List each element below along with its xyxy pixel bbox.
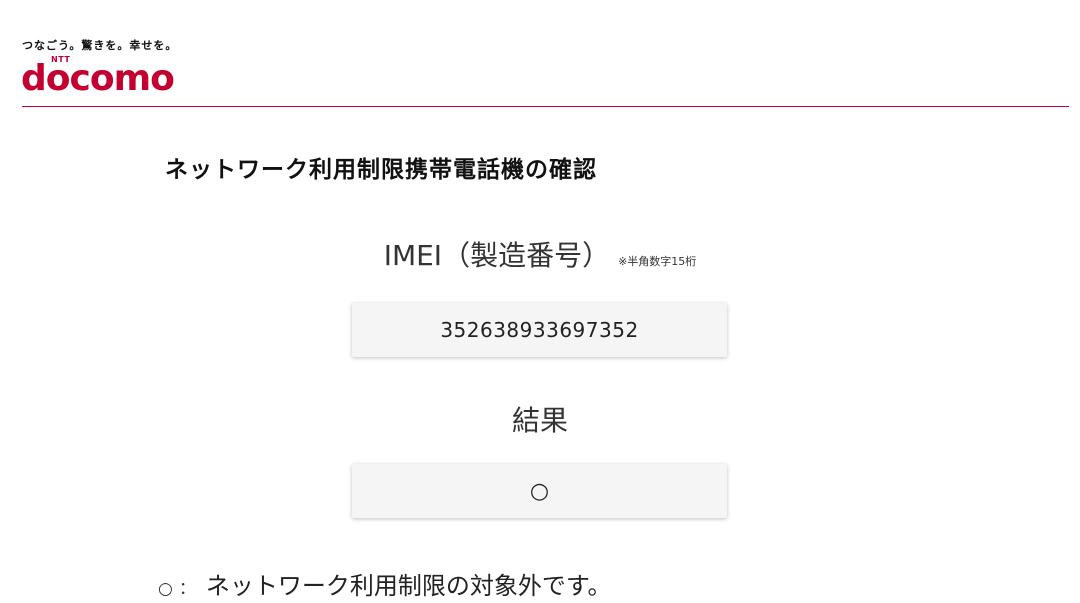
page: つなごう。驚きを。幸せを。 NTT docomo ネットワーク利用制限携帯電話機… <box>0 0 1080 603</box>
brand-tagline: つなごう。驚きを。幸せを。 <box>22 39 178 52</box>
page-title: ネットワーク利用制限携帯電話機の確認 <box>165 157 597 183</box>
legend-symbol: ○ <box>158 579 173 599</box>
site-header: つなごう。驚きを。幸せを。 NTT docomo <box>0 0 1080 108</box>
result-label: 結果 <box>511 404 568 437</box>
result-legend: ○： ネットワーク利用制限の対象外です。 <box>158 566 611 601</box>
result-display-field: ○ <box>352 464 727 518</box>
header-divider <box>22 106 1069 107</box>
imei-display-field: 352638933697352 <box>352 303 727 357</box>
result-value: ○ <box>529 478 550 504</box>
logo-wordmark: docomo <box>21 58 175 99</box>
imei-format-note: ※半角数字15桁 <box>618 255 697 268</box>
legend-colon: ： <box>178 579 196 599</box>
imei-value: 352638933697352 <box>440 318 639 342</box>
imei-label: IMEI（製造番号） <box>383 239 611 272</box>
legend-description: ネットワーク利用制限の対象外です。 <box>205 572 612 600</box>
imei-label-row: IMEI（製造番号） ※半角数字15桁 <box>0 234 1080 274</box>
